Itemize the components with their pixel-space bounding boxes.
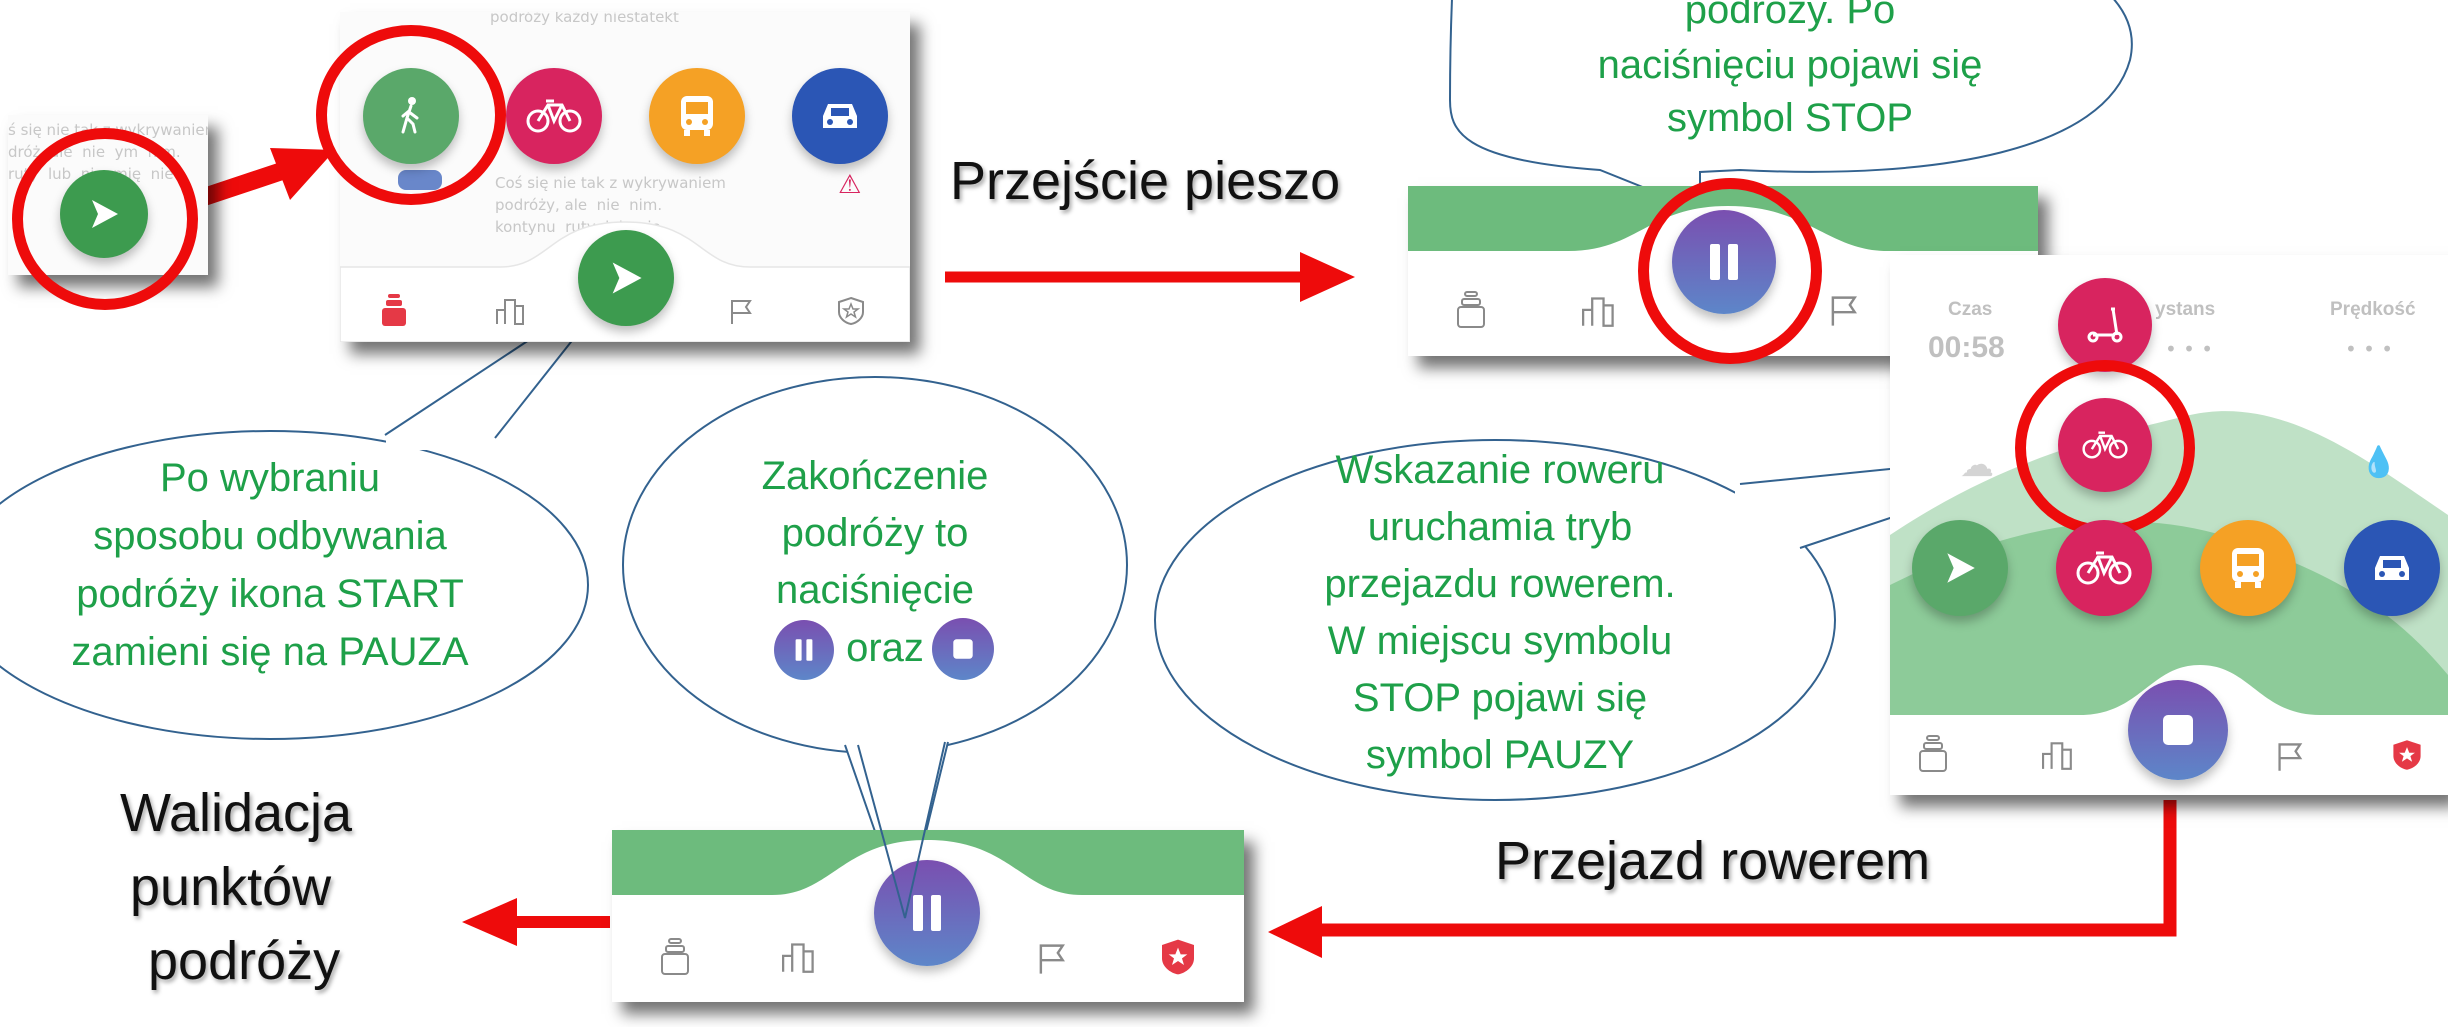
start-callout-line-2: sposobu odbywania (93, 514, 447, 558)
start-callout-line-4: zamieni się na PAUZA (71, 630, 469, 674)
cycling-label: Przejazd rowerem (1495, 831, 1931, 891)
walking-label: Przejście pieszo (950, 151, 1341, 211)
end-callout-line-2: podróży to (781, 511, 969, 555)
top-callout-line-2: naciśnięciu pojawi się (1597, 43, 1983, 87)
stop-icon (953, 639, 973, 659)
top-callout-line-1: podróży. Po (1684, 0, 1896, 32)
top-callout-line-3: symbol STOP (1667, 96, 1913, 140)
pause-mini-icon (774, 620, 834, 680)
bike-callout-line-2: uruchamia tryb (1367, 505, 1633, 549)
bike-callout-line-1: Wskazanie roweru (1335, 448, 1665, 492)
pause-icon (795, 639, 813, 661)
end-callout-line-3: naciśnięcie (776, 568, 974, 612)
validation-label-line-3: podróży (148, 931, 341, 991)
bike-callout-line-4: W miejscu symbolu (1327, 619, 1673, 663)
validation-label-line-2: punktów (130, 857, 332, 917)
end-callout-line-1: Zakończenie (761, 454, 989, 498)
stop-mini-icon (932, 618, 994, 680)
start-callout-line-1: Po wybraniu (159, 456, 381, 500)
bike-callout-line-3: przejazdu rowerem. (1324, 562, 1676, 606)
end-callout-line-4: oraz (846, 626, 924, 670)
start-callout-line-3: podróży ikona START (76, 572, 464, 616)
validation-label-line-1: Walidacja (120, 783, 353, 843)
bike-callout-line-6: symbol PAUZY (1365, 733, 1635, 777)
bike-callout-line-5: STOP pojawi się (1352, 676, 1648, 720)
